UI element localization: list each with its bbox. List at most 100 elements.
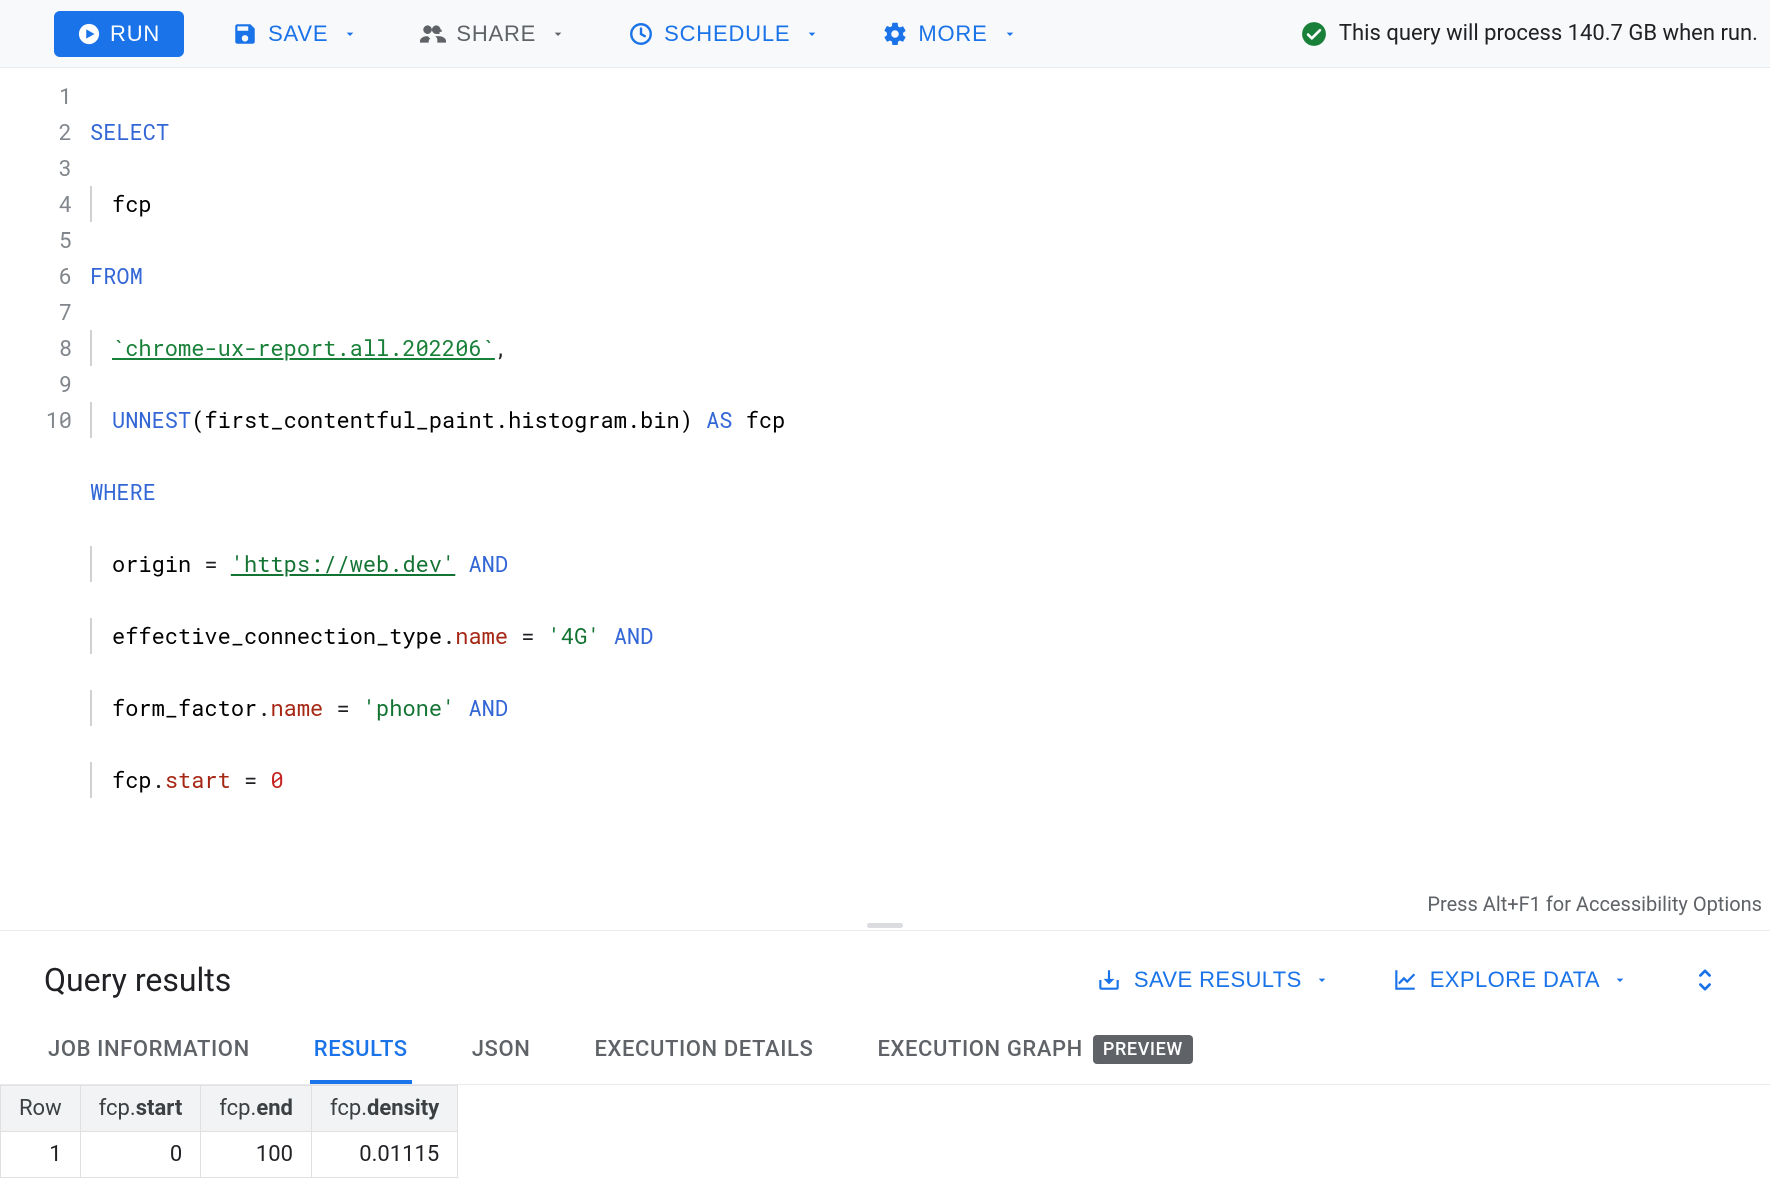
cell-density: 0.01115 (311, 1132, 457, 1178)
save-results-button[interactable]: SAVE RESULTS (1080, 959, 1346, 1001)
col-density-header: fcp.density (311, 1086, 457, 1132)
share-label: SHARE (456, 21, 536, 47)
kw-and: AND (468, 693, 508, 722)
share-button[interactable]: SHARE (406, 13, 580, 55)
tab-label: EXECUTION GRAPH (877, 1037, 1082, 1062)
line-number: 8 (0, 330, 72, 366)
run-label: RUN (110, 21, 160, 47)
caret-down-icon (1612, 972, 1628, 988)
str-origin: 'https://web.dev' (231, 549, 455, 578)
col-bold: end (256, 1096, 293, 1121)
tab-label: EXECUTION DETAILS (594, 1037, 813, 1062)
cell-row-n: 1 (1, 1132, 81, 1178)
fn-unnest: UNNEST (112, 405, 191, 434)
status-text: This query will process 140.7 GB when ru… (1339, 21, 1758, 46)
sql-code[interactable]: SELECT fcp FROM `chrome-ux-report.all.20… (90, 78, 1770, 870)
table-ref: `chrome-ux-report.all.202206` (112, 333, 495, 362)
resize-handle[interactable] (0, 920, 1770, 930)
ident-origin: origin (112, 549, 191, 578)
field-name: name (455, 621, 508, 650)
line-number: 1 (0, 78, 72, 114)
eq: = (508, 621, 548, 650)
save-button[interactable]: SAVE (218, 13, 372, 55)
str-phone: 'phone' (363, 693, 455, 722)
line-number: 5 (0, 222, 72, 258)
tab-json[interactable]: JSON (468, 1019, 535, 1084)
col-row-header: Row (1, 1086, 81, 1132)
sql-editor[interactable]: 1 2 3 4 5 6 7 8 9 10 SELECT fcp FROM `ch… (0, 68, 1770, 920)
field-start: start (165, 765, 231, 794)
line-number: 6 (0, 258, 72, 294)
save-label: SAVE (268, 21, 328, 47)
str-4g: '4G' (548, 621, 601, 650)
ident-ect: effective_connection_type (112, 621, 442, 650)
ident-ff: form_factor (112, 693, 257, 722)
tab-results[interactable]: RESULTS (310, 1019, 412, 1084)
caret-down-icon (342, 26, 358, 42)
gear-icon (882, 21, 908, 47)
unnest-arg: (first_contentful_paint.histogram.bin) (191, 405, 693, 434)
results-header: Query results SAVE RESULTS EXPLORE DATA (0, 931, 1770, 1019)
kw-as: AS (706, 405, 732, 434)
caret-down-icon (1002, 26, 1018, 42)
col-pre: fcp. (99, 1096, 136, 1121)
tab-label: JSON (472, 1037, 531, 1062)
tab-job-information[interactable]: JOB INFORMATION (44, 1019, 254, 1084)
line-number: 4 (0, 186, 72, 222)
line-gutter: 1 2 3 4 5 6 7 8 9 10 (0, 78, 90, 870)
tab-execution-graph[interactable]: EXECUTION GRAPH PREVIEW (873, 1019, 1196, 1084)
preview-badge: PREVIEW (1093, 1035, 1193, 1064)
col-start-header: fcp.start (80, 1086, 201, 1132)
kw-and: AND (468, 549, 508, 578)
col-pre: fcp. (219, 1096, 256, 1121)
alias-fcp: fcp (746, 405, 786, 434)
line-number: 10 (0, 402, 72, 438)
caret-down-icon (550, 26, 566, 42)
expand-collapse-button[interactable] (1684, 965, 1726, 995)
col-fcp: fcp (112, 189, 152, 218)
table-row[interactable]: 1 0 100 0.01115 (1, 1132, 458, 1178)
save-icon (232, 21, 258, 47)
a11y-hint: Press Alt+F1 for Accessibility Options (1427, 892, 1762, 916)
results-title: Query results (44, 961, 231, 999)
query-status: This query will process 140.7 GB when ru… (1301, 21, 1758, 47)
field-name: name (270, 693, 323, 722)
tab-execution-details[interactable]: EXECUTION DETAILS (590, 1019, 817, 1084)
ident-fcp2: fcp (112, 765, 152, 794)
col-end-header: fcp.end (201, 1086, 312, 1132)
caret-down-icon (1314, 972, 1330, 988)
cell-start: 0 (80, 1132, 201, 1178)
line-number: 3 (0, 150, 72, 186)
more-label: MORE (918, 21, 987, 47)
col-row-label: Row (19, 1096, 62, 1121)
kw-select: SELECT (90, 117, 169, 146)
download-icon (1096, 967, 1122, 993)
results-table: Row fcp.start fcp.end fcp.density 1 0 10… (0, 1085, 458, 1178)
more-button[interactable]: MORE (868, 13, 1031, 55)
col-bold: start (136, 1096, 183, 1121)
tab-label: JOB INFORMATION (48, 1037, 250, 1062)
col-pre: fcp. (330, 1096, 367, 1121)
dot: . (442, 621, 455, 650)
play-icon (78, 23, 100, 45)
eq: = (323, 693, 363, 722)
kw-and: AND (614, 621, 654, 650)
dot: . (152, 765, 165, 794)
toolbar: RUN SAVE SHARE SCHEDULE MORE (0, 0, 1770, 68)
share-icon (420, 21, 446, 47)
eq: = (191, 549, 231, 578)
check-circle-icon (1301, 21, 1327, 47)
line-number: 7 (0, 294, 72, 330)
eq: = (231, 765, 271, 794)
chart-icon (1392, 967, 1418, 993)
dot: . (257, 693, 270, 722)
kw-where: WHERE (90, 477, 156, 506)
tab-label: RESULTS (314, 1037, 408, 1062)
comma: , (495, 333, 508, 362)
run-button[interactable]: RUN (54, 11, 184, 57)
explore-data-button[interactable]: EXPLORE DATA (1376, 959, 1644, 1001)
schedule-button[interactable]: SCHEDULE (614, 13, 834, 55)
clock-icon (628, 21, 654, 47)
line-number: 9 (0, 366, 72, 402)
num-zero: 0 (270, 765, 283, 794)
